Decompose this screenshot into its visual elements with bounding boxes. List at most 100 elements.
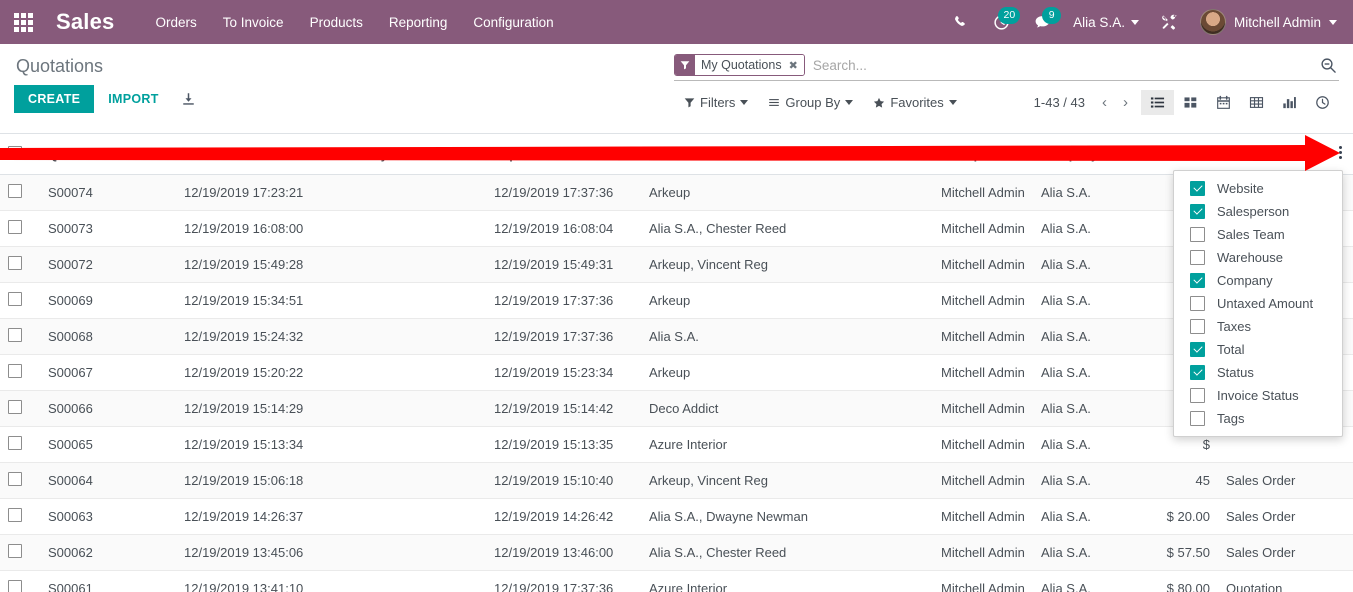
row-checkbox[interactable] xyxy=(8,364,22,378)
previous-page-button[interactable]: ‹ xyxy=(1095,94,1114,111)
search-facet-my-quotations[interactable]: My Quotations ✖ xyxy=(674,54,805,76)
optional-column-checkbox[interactable] xyxy=(1190,296,1205,311)
view-button-calendar[interactable] xyxy=(1207,90,1240,115)
optional-column-item-untaxed-amount[interactable]: Untaxed Amount xyxy=(1174,292,1342,315)
messages-button[interactable]: 9 xyxy=(1022,0,1063,44)
optional-column-checkbox[interactable] xyxy=(1190,411,1205,426)
column-header-delivery-date[interactable]: Delivery Date xyxy=(331,134,486,175)
menu-item-products[interactable]: Products xyxy=(297,3,376,42)
user-menu[interactable]: Mitchell Admin xyxy=(1190,9,1341,35)
filters-dropdown[interactable]: Filters xyxy=(674,91,758,114)
row-checkbox[interactable] xyxy=(8,472,22,486)
optional-column-checkbox[interactable] xyxy=(1190,181,1205,196)
apps-menu-button[interactable] xyxy=(0,0,46,44)
row-checkbox[interactable] xyxy=(8,400,22,414)
menu-item-orders[interactable]: Orders xyxy=(143,3,210,42)
activities-button[interactable]: 20 xyxy=(981,0,1022,44)
row-checkbox[interactable] xyxy=(8,508,22,522)
view-button-pivot[interactable] xyxy=(1240,90,1273,115)
optional-column-checkbox[interactable] xyxy=(1190,319,1205,334)
breadcrumb[interactable]: Quotations xyxy=(14,44,674,85)
view-button-list[interactable] xyxy=(1141,90,1174,115)
row-select-checkbox-cell[interactable] xyxy=(0,318,40,355)
optional-column-checkbox[interactable] xyxy=(1190,273,1205,288)
remove-facet-icon[interactable]: ✖ xyxy=(789,59,798,72)
table-row[interactable]: S00065 12/19/2019 15:13:34 12/19/2019 15:1… xyxy=(0,426,1353,463)
row-checkbox[interactable] xyxy=(8,544,22,558)
row-checkbox[interactable] xyxy=(8,220,22,234)
select-all-checkbox[interactable] xyxy=(8,146,22,160)
optional-column-checkbox[interactable] xyxy=(1190,204,1205,219)
table-row[interactable]: S00069 12/19/2019 15:34:51 12/19/2019 17:3… xyxy=(0,282,1353,319)
row-select-checkbox-cell[interactable] xyxy=(0,498,40,535)
row-select-checkbox-cell[interactable] xyxy=(0,210,40,247)
optional-column-item-sales-team[interactable]: Sales Team xyxy=(1174,223,1342,246)
view-button-kanban[interactable] xyxy=(1174,90,1207,115)
column-header-quotation-number[interactable]: Quotation Number xyxy=(40,134,176,175)
column-header-create-date[interactable]: Create Date xyxy=(176,134,331,175)
column-header-salesperson[interactable]: Salesperson xyxy=(933,134,1033,175)
optional-column-item-company[interactable]: Company xyxy=(1174,269,1342,292)
optional-column-item-taxes[interactable]: Taxes xyxy=(1174,315,1342,338)
optional-column-item-tags[interactable]: Tags xyxy=(1174,407,1342,430)
optional-column-item-warehouse[interactable]: Warehouse xyxy=(1174,246,1342,269)
table-row[interactable]: S00072 12/19/2019 15:49:28 12/19/2019 15:4… xyxy=(0,246,1353,283)
menu-item-to-invoice[interactable]: To Invoice xyxy=(210,3,297,42)
column-header-customer[interactable]: Customer xyxy=(641,134,851,175)
optional-columns-toggle-icon[interactable] xyxy=(1332,143,1348,161)
create-button[interactable]: CREATE xyxy=(14,85,95,113)
search-bar[interactable]: My Quotations ✖ xyxy=(674,52,1339,81)
row-checkbox[interactable] xyxy=(8,292,22,306)
menu-item-configuration[interactable]: Configuration xyxy=(460,3,566,42)
column-header-company[interactable]: Company xyxy=(1033,134,1148,175)
optional-column-checkbox[interactable] xyxy=(1190,365,1205,380)
favorites-dropdown[interactable]: Favorites xyxy=(863,91,966,114)
select-all-header[interactable] xyxy=(0,134,40,175)
optional-column-item-status[interactable]: Status xyxy=(1174,361,1342,384)
column-header-status[interactable]: Status xyxy=(1218,134,1331,175)
group-by-dropdown[interactable]: Group By xyxy=(758,91,863,114)
table-row[interactable]: S00061 12/19/2019 13:41:10 12/19/2019 17:3… xyxy=(0,570,1353,592)
menu-item-reporting[interactable]: Reporting xyxy=(376,3,461,42)
row-select-checkbox-cell[interactable] xyxy=(0,282,40,319)
next-page-button[interactable]: › xyxy=(1116,94,1135,111)
optional-column-checkbox[interactable] xyxy=(1190,250,1205,265)
optional-column-item-total[interactable]: Total xyxy=(1174,338,1342,361)
app-brand-title[interactable]: Sales xyxy=(46,9,129,35)
column-header-total[interactable]: Total xyxy=(1148,134,1218,175)
row-select-checkbox-cell[interactable] xyxy=(0,570,40,592)
table-row[interactable]: S00063 12/19/2019 14:26:37 12/19/2019 14:2… xyxy=(0,498,1353,535)
table-row[interactable]: S00067 12/19/2019 15:20:22 12/19/2019 15:2… xyxy=(0,354,1353,391)
phone-button[interactable] xyxy=(942,0,981,44)
row-select-checkbox-cell[interactable] xyxy=(0,354,40,391)
search-input[interactable] xyxy=(804,55,1312,75)
row-select-checkbox-cell[interactable] xyxy=(0,534,40,571)
row-select-checkbox-cell[interactable] xyxy=(0,390,40,427)
table-row[interactable]: S00073 12/19/2019 16:08:00 12/19/2019 16:0… xyxy=(0,210,1353,247)
optional-column-checkbox[interactable] xyxy=(1190,342,1205,357)
column-header-expected-date[interactable]: Expected Date xyxy=(486,134,641,175)
table-row[interactable]: S00062 12/19/2019 13:45:06 12/19/2019 13:4… xyxy=(0,534,1353,571)
download-button[interactable] xyxy=(173,88,204,111)
table-row[interactable]: S00064 12/19/2019 15:06:18 12/19/2019 15:1… xyxy=(0,462,1353,499)
optional-column-item-website[interactable]: Website xyxy=(1174,177,1342,200)
optional-column-item-salesperson[interactable]: Salesperson xyxy=(1174,200,1342,223)
debug-tools-button[interactable] xyxy=(1149,0,1190,44)
row-select-checkbox-cell[interactable] xyxy=(0,246,40,283)
row-checkbox[interactable] xyxy=(8,256,22,270)
view-button-graph[interactable] xyxy=(1273,90,1306,115)
optional-column-checkbox[interactable] xyxy=(1190,388,1205,403)
row-checkbox[interactable] xyxy=(8,184,22,198)
column-header-website[interactable]: Website xyxy=(851,134,933,175)
search-button[interactable] xyxy=(1312,57,1339,74)
optional-column-item-invoice-status[interactable]: Invoice Status xyxy=(1174,384,1342,407)
company-switcher[interactable]: Alia S.A. xyxy=(1063,3,1149,42)
table-row[interactable]: S00074 12/19/2019 17:23:21 12/19/2019 17:3… xyxy=(0,174,1353,211)
row-checkbox[interactable] xyxy=(8,328,22,342)
row-checkbox[interactable] xyxy=(8,580,22,592)
row-select-checkbox-cell[interactable] xyxy=(0,426,40,463)
table-row[interactable]: S00068 12/19/2019 15:24:32 12/19/2019 17:3… xyxy=(0,318,1353,355)
import-button[interactable]: IMPORT xyxy=(94,85,172,113)
table-row[interactable]: S00066 12/19/2019 15:14:29 12/19/2019 15:1… xyxy=(0,390,1353,427)
view-button-activity[interactable] xyxy=(1306,90,1339,115)
